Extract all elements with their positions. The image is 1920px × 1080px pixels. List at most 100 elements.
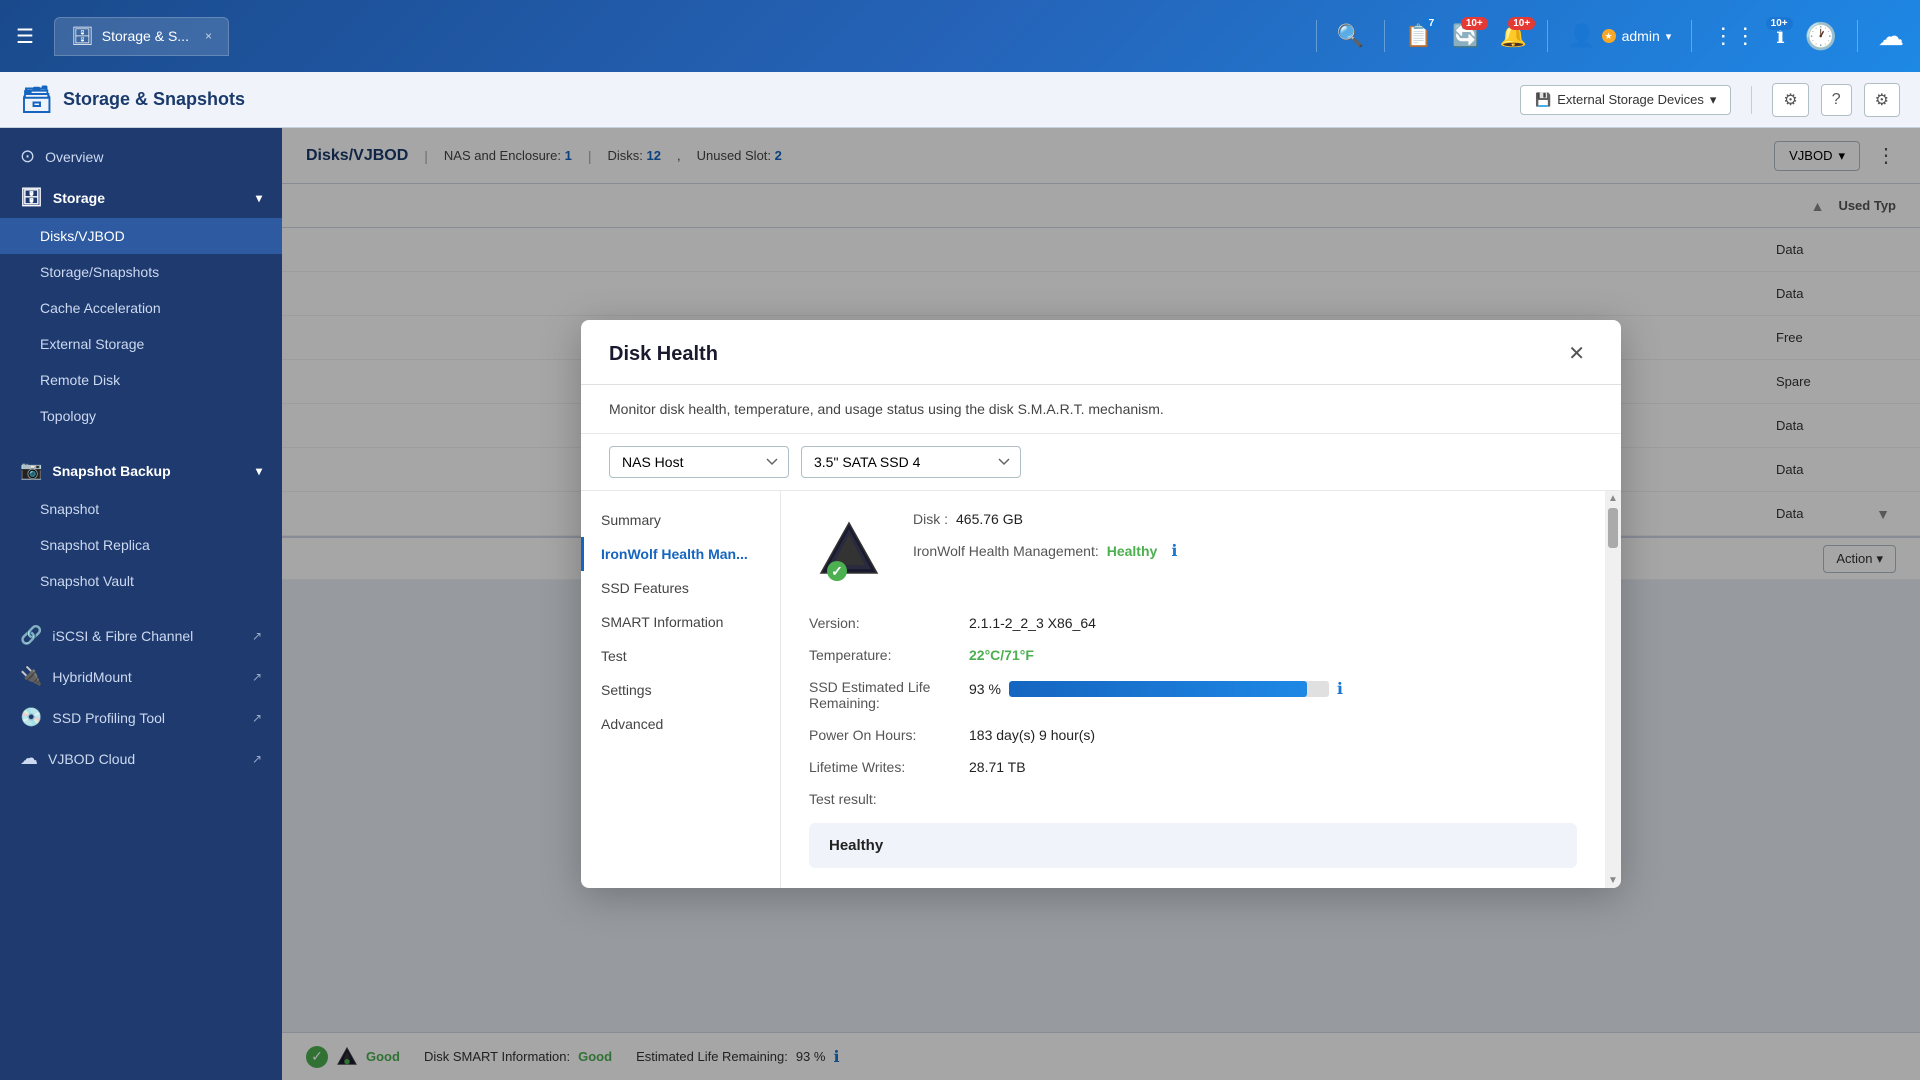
sidebar-item-snapshot-replica[interactable]: Snapshot Replica [0,527,282,563]
disk-size-row: Disk : 465.76 GB [913,511,1235,527]
modal-description: Monitor disk health, temperature, and us… [581,385,1621,434]
ssd-life-label: SSD Estimated Life [809,679,930,695]
sidebar-item-topology[interactable]: Topology [0,398,282,434]
cloud-button[interactable]: ☁ [1878,21,1904,52]
external-link-icon-hybrid: ↗ [252,670,262,684]
tasks-button[interactable]: 📋 7 [1405,23,1432,49]
modal-body: Summary IronWolf Health Man... SSD Featu… [581,491,1621,888]
scroll-down-btn[interactable]: ▼ [1608,875,1618,886]
more-options-button[interactable]: ⋮⋮ [1712,23,1756,49]
sidebar-item-overview[interactable]: ⊙ Overview [0,136,282,177]
tab-app-icon: 🗄 [71,26,94,47]
svg-text:✓: ✓ [831,563,843,579]
external-storage-icon: 💾 [1535,92,1551,108]
modal-nav-test[interactable]: Test [581,639,780,673]
alerts-button[interactable]: 🔔 10+ [1500,23,1527,49]
disk-size-label: Disk : [913,511,948,527]
progress-bar-track [1009,681,1329,697]
storage-chevron-icon: ▾ [256,191,262,205]
host-select[interactable]: NAS Host [609,446,789,478]
sidebar-item-vjbod-cloud[interactable]: ☁ VJBOD Cloud ↗ [0,738,282,779]
disk-select[interactable]: 3.5" SATA SSD 4 [801,446,1021,478]
sidebar-group-storage[interactable]: 🗄 Storage ▾ [0,177,282,218]
gear-button[interactable]: ⚙ [1864,83,1900,117]
tasks-badge: 7 [1422,17,1440,30]
app-tab[interactable]: 🗄 Storage & S... × [54,17,229,56]
app-header: 🗃 Storage & Snapshots 💾 External Storage… [0,72,1920,128]
ssd-icon: 💿 [20,707,42,728]
sidebar-item-hybridmount[interactable]: 🔌 HybridMount ↗ [0,656,282,697]
settings-icon-button[interactable]: ⚙ [1772,83,1808,117]
power-on-label: Power On Hours: [809,727,969,743]
sidebar-item-disks-vjbod[interactable]: Disks/VJBOD [0,218,282,254]
modal-main-content: ✓ Disk : 465.76 GB [781,491,1605,888]
modal-nav-summary[interactable]: Summary [581,503,780,537]
tab-label: Storage & S... [102,28,189,44]
test-result-label: Test result: [809,791,969,807]
ssd-life-info-icon[interactable]: ℹ [1337,679,1343,699]
content-area: Disks/VJBOD | NAS and Enclosure: 1 | Dis… [282,128,1920,1080]
tab-close-icon[interactable]: × [205,29,212,43]
top-bar: ☰ 🗄 Storage & S... × 🔍 📋 7 🔄 10+ 🔔 10+ 👤… [0,0,1920,72]
modal-nav-ironwolf[interactable]: IronWolf Health Man... [581,537,780,571]
info-badge: 10+ [1766,17,1793,30]
sidebar-item-iscsi[interactable]: 🔗 iSCSI & Fibre Channel ↗ [0,615,282,656]
help-button[interactable]: ? [1821,84,1852,116]
disk-info-header: ✓ Disk : 465.76 GB [809,511,1577,591]
modal-nav-settings[interactable]: Settings [581,673,780,707]
power-on-value: 183 day(s) 9 hour(s) [969,727,1577,743]
alerts-badge: 10+ [1508,17,1535,30]
external-storage-button[interactable]: 💾 External Storage Devices ▾ [1520,85,1731,115]
username-label: admin [1622,28,1660,44]
hybridmount-icon: 🔌 [20,666,42,687]
notifications-button[interactable]: 🔄 10+ [1452,23,1479,49]
search-button[interactable]: 🔍 [1337,23,1364,49]
user-chevron-icon: ▾ [1666,30,1672,43]
storage-icon: 🗄 [20,187,43,208]
disk-details: Disk : 465.76 GB IronWolf Health Managem… [913,511,1577,561]
modal-close-button[interactable]: ✕ [1560,340,1593,368]
sidebar-item-storage-snapshots[interactable]: Storage/Snapshots [0,254,282,290]
snapshot-chevron-icon: ▾ [256,464,262,478]
modal-nav-ssd-features[interactable]: SSD Features [581,571,780,605]
modal-nav-advanced[interactable]: Advanced [581,707,780,741]
sidebar: ⊙ Overview 🗄 Storage ▾ Disks/VJBOD Stora… [0,128,282,1080]
modal-title: Disk Health [609,343,718,366]
sidebar-item-snapshot[interactable]: Snapshot [0,491,282,527]
user-menu-button[interactable]: 👤 ★ admin ▾ [1568,23,1671,49]
modal-overlay: Disk Health ✕ Monitor disk health, tempe… [282,128,1920,1080]
disk-health-modal: Disk Health ✕ Monitor disk health, tempe… [581,320,1621,888]
temperature-label: Temperature: [809,647,969,663]
temperature-value: 22°C/71°F [969,647,1577,663]
sidebar-item-external-storage[interactable]: External Storage [0,326,282,362]
modal-scrollbar[interactable]: ▲ ▼ [1605,491,1621,888]
app-title: 🗃 Storage & Snapshots [20,84,245,115]
test-result-box: Healthy [809,823,1577,868]
external-link-icon-vjbod: ↗ [252,752,262,766]
ironwolf-value: Healthy [1107,543,1158,559]
version-value: 2.1.1-2_2_3 X86_64 [969,615,1577,631]
info-button[interactable]: ℹ 10+ [1776,23,1784,49]
app-icon: 🗃 [20,84,53,115]
scroll-up-btn[interactable]: ▲ [1608,493,1618,504]
modal-nav-smart[interactable]: SMART Information [581,605,780,639]
external-link-icon-iscsi: ↗ [252,629,262,643]
ironwolf-info-icon[interactable]: ℹ [1171,541,1177,561]
version-label: Version: [809,615,969,631]
snapshot-backup-icon: 📷 [20,460,42,481]
hamburger-icon[interactable]: ☰ [16,24,34,49]
sidebar-group-snapshot-backup[interactable]: 📷 Snapshot Backup ▾ [0,450,282,491]
lifetime-writes-value: 28.71 TB [969,759,1577,775]
lifetime-writes-label: Lifetime Writes: [809,759,969,775]
disk-stats-grid: Version: 2.1.1-2_2_3 X86_64 Temperature:… [809,615,1577,807]
sidebar-item-cache-acceleration[interactable]: Cache Acceleration [0,290,282,326]
sidebar-item-snapshot-vault[interactable]: Snapshot Vault [0,563,282,599]
iscsi-icon: 🔗 [20,625,42,646]
scroll-thumb[interactable] [1608,508,1618,548]
sidebar-item-ssd-profiling[interactable]: 💿 SSD Profiling Tool ↗ [0,697,282,738]
modal-controls: NAS Host 3.5" SATA SSD 4 [581,434,1621,491]
ssd-life-remaining-label: Remaining: [809,695,880,711]
ironwolf-logo-svg: ✓ [813,515,885,587]
sidebar-item-remote-disk[interactable]: Remote Disk [0,362,282,398]
vjbod-cloud-icon: ☁ [20,748,38,769]
